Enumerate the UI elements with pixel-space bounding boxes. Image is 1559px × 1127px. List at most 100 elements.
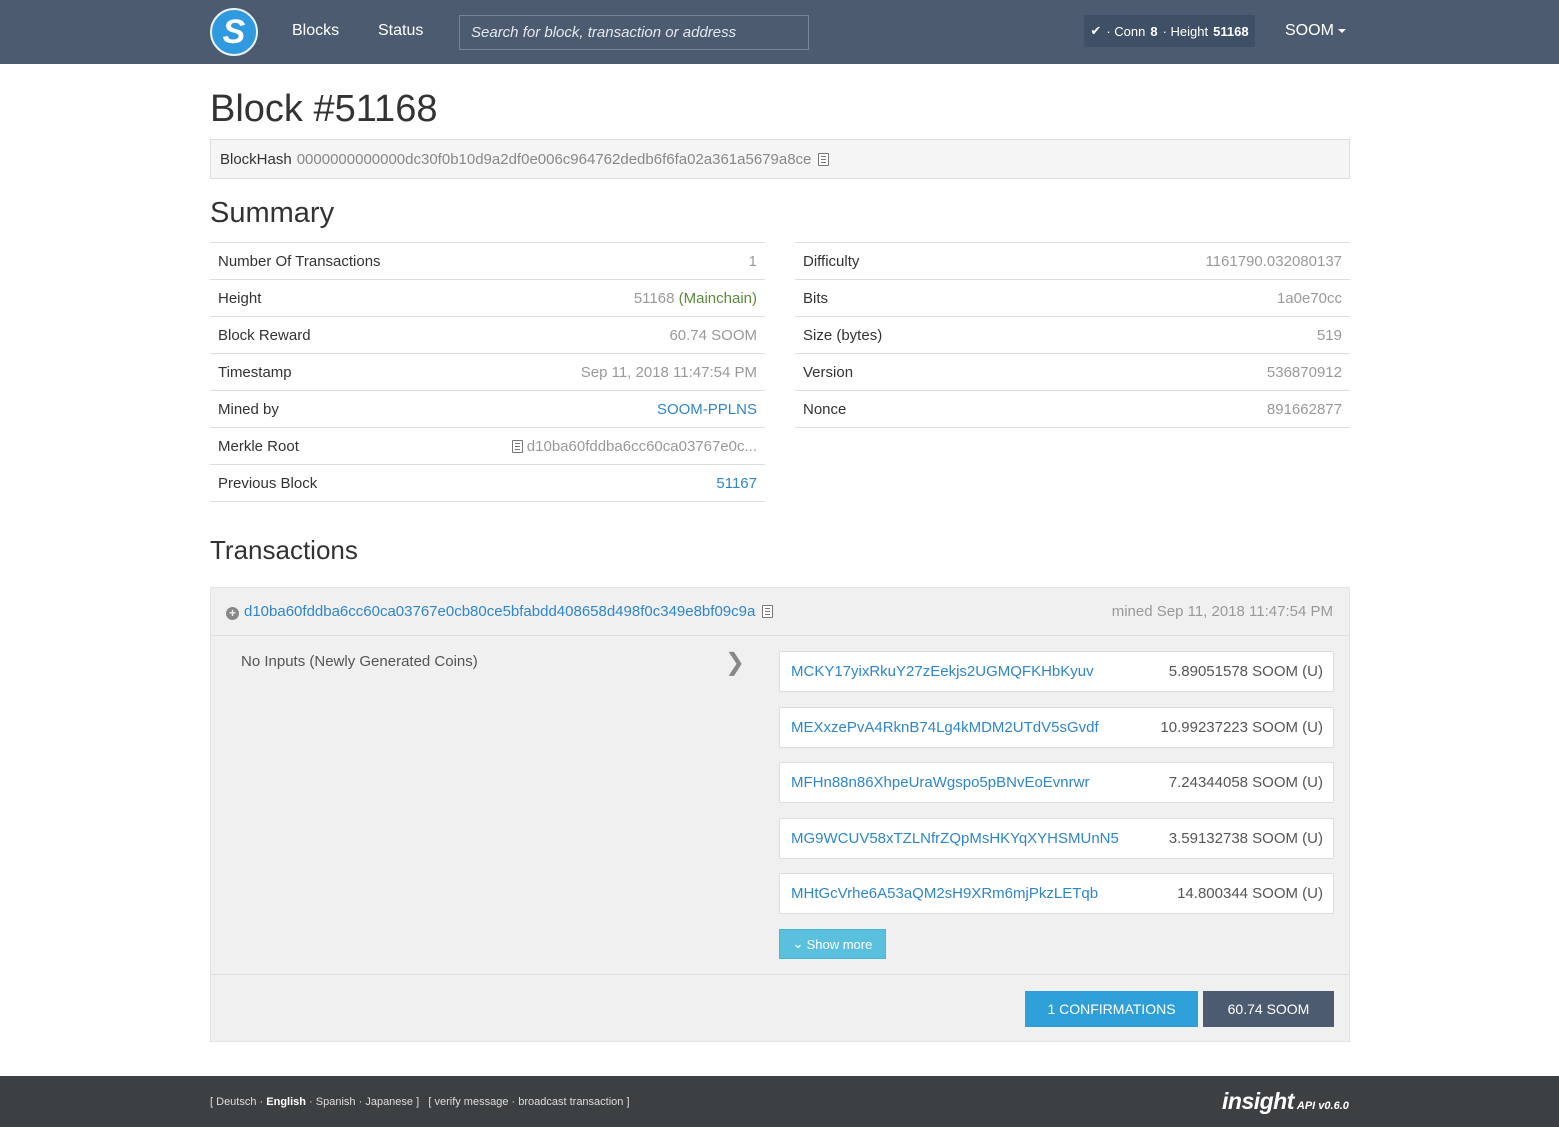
summary-row: Merkle Root d10ba60fddba6cc60ca03767e0c.…: [210, 428, 765, 465]
summary-value: 1161790.032080137: [1205, 252, 1342, 270]
previous-block-link[interactable]: 51167: [716, 475, 757, 492]
output-row: MEXxzePvA4RknB74Lg4kMDM2UTdV5sGvdf 10.99…: [779, 706, 1334, 748]
page-title: Block #51168: [210, 88, 438, 130]
summary-key: Version: [803, 363, 854, 381]
output-amount: 7.24344058 SOOM (U): [1168, 774, 1323, 791]
summary-value: 60.74 SOOM: [669, 326, 757, 344]
summary-value: 519: [1316, 326, 1342, 344]
verify-message-link[interactable]: verify message: [434, 1096, 508, 1108]
api-version: API v0.6.0: [1296, 1100, 1349, 1112]
summary-row: Size (bytes) 519: [795, 317, 1350, 354]
output-address-link[interactable]: MCKY17yixRkuY27zEekjs2UGMQFKHbKyuv: [791, 663, 1094, 680]
output-address-link[interactable]: MFHn88n86XhpeUraWgspo5pBNvEoEvnrwr: [791, 774, 1089, 791]
chevron-right-icon: ❯: [725, 649, 746, 676]
block-hash-value: 0000000000000dc30f0b10d9a2df0e006c964762…: [296, 150, 812, 168]
copy-icon[interactable]: [511, 439, 523, 453]
summary-table-right: Difficulty 1161790.032080137 Bits 1a0e70…: [795, 242, 1350, 428]
bracket: [: [210, 1096, 214, 1108]
transaction-footer: 1 CONFIRMATIONS 60.74 SOOM: [211, 974, 1349, 1041]
summary-key: Number Of Transactions: [218, 252, 381, 270]
nav-status-link[interactable]: Status: [378, 22, 423, 40]
expand-plus-icon[interactable]: +: [226, 607, 239, 620]
summary-key: Height: [218, 289, 262, 307]
summary-value: 51168 (Mainchain): [634, 290, 757, 307]
output-row: MHtGcVrhe6A53aQM2sH9XRm6mjPkzLETqb 14.80…: [779, 873, 1334, 914]
output-amount: 3.59132738 SOOM (U): [1168, 829, 1323, 847]
logo-icon[interactable]: S: [210, 8, 258, 56]
summary-key: Timestamp: [218, 363, 292, 381]
summary-row: Block Reward 60.74 SOOM: [210, 317, 765, 354]
output-address-link[interactable]: MHtGcVrhe6A53aQM2sH9XRm6mjPkzLETqb: [791, 885, 1098, 902]
summary-value: d10ba60fddba6cc60ca03767e0c...: [511, 437, 757, 455]
summary-key: Block Reward: [218, 326, 311, 344]
height-number: 51168: [633, 289, 675, 307]
summary-row: Nonce 891662877: [795, 391, 1350, 428]
show-more-label: Show more: [806, 936, 873, 952]
show-more-button[interactable]: ⌄ Show more: [779, 929, 886, 959]
lang-spanish-link[interactable]: Spanish: [316, 1096, 356, 1108]
output-address-link[interactable]: MG9WCUV58xTZLNfrZQpMsHKYqXYHSMUnN5: [791, 830, 1119, 847]
check-icon: ✔: [1090, 23, 1102, 38]
footer-links: [ Deutsch · English · Spanish · Japanese…: [210, 1096, 630, 1108]
coin-dropdown[interactable]: SOOM: [1285, 22, 1346, 40]
bracket: ]: [626, 1096, 630, 1108]
output-row: MG9WCUV58xTZLNfrZQpMsHKYqXYHSMUnN5 3.591…: [779, 817, 1334, 859]
logo-letter: S: [222, 13, 246, 51]
summary-key: Nonce: [803, 400, 847, 418]
copy-icon[interactable]: [818, 152, 830, 166]
summary-row: Number Of Transactions 1: [210, 243, 765, 280]
output-row: MFHn88n86XhpeUraWgspo5pBNvEoEvnrwr 7.243…: [779, 762, 1334, 803]
mined-time: mined Sep 11, 2018 11:47:54 PM: [1111, 603, 1333, 620]
block-hash-box: BlockHash 0000000000000dc30f0b10d9a2df0e…: [210, 139, 1350, 179]
transaction-panel: + d10ba60fddba6cc60ca03767e0cb80ce5bfabdd…: [210, 587, 1350, 1042]
lang-japanese-link[interactable]: Japanese: [365, 1096, 413, 1108]
insight-logo: insight API v0.6.0: [1222, 1088, 1349, 1115]
output-amount: 5.89051578 SOOM (U): [1168, 663, 1323, 680]
summary-key: Size (bytes): [803, 326, 883, 344]
lang-english-link[interactable]: English: [266, 1096, 306, 1108]
output-amount: 10.99237223 SOOM (U): [1160, 718, 1323, 736]
search-input[interactable]: [459, 15, 809, 50]
mined-by-link[interactable]: SOOM-PPLNS: [657, 401, 757, 418]
summary-key: Difficulty: [803, 252, 860, 270]
broadcast-transaction-link[interactable]: broadcast transaction: [518, 1096, 623, 1108]
summary-value: 1a0e70cc: [1276, 289, 1342, 307]
block-hash-label: BlockHash: [220, 150, 292, 168]
insight-brand: insight: [1222, 1088, 1294, 1114]
transactions-title: Transactions: [210, 535, 358, 565]
footer: [ Deutsch · English · Spanish · Japanese…: [0, 1076, 1559, 1127]
summary-table-left: Number Of Transactions 1 Height 51168 (M…: [210, 242, 765, 502]
height-value: 51168: [1213, 23, 1249, 39]
nav-blocks-link[interactable]: Blocks: [292, 22, 339, 40]
copy-icon[interactable]: [762, 605, 774, 618]
summary-key: Mined by: [218, 400, 279, 418]
caret-down-icon: [1337, 28, 1346, 33]
coin-label: SOOM: [1285, 22, 1334, 39]
summary-row: Difficulty 1161790.032080137: [795, 243, 1350, 280]
summary-value: 536870912: [1266, 363, 1342, 381]
summary-key: Merkle Root: [218, 437, 299, 455]
navbar: S Blocks Status ✔ · Conn 8 · Height 5116…: [0, 0, 1559, 64]
output-amount: 14.800344 SOOM (U): [1177, 885, 1323, 902]
transaction-header: + d10ba60fddba6cc60ca03767e0cb80ce5bfabdd…: [211, 588, 1349, 636]
total-amount-button[interactable]: 60.74 SOOM: [1203, 991, 1334, 1027]
summary-row: Mined by SOOM-PPLNS: [210, 391, 765, 428]
output-row: MCKY17yixRkuY27zEekjs2UGMQFKHbKyuv 5.890…: [779, 651, 1334, 692]
summary-key: Previous Block: [218, 474, 318, 492]
summary-key: Bits: [803, 289, 829, 307]
summary-row: Version 536870912: [795, 354, 1350, 391]
transaction-id-link[interactable]: d10ba60fddba6cc60ca03767e0cb80ce5bfabdd4…: [244, 603, 755, 620]
merkle-root-value: d10ba60fddba6cc60ca03767e0c...: [526, 437, 757, 455]
bracket: [: [428, 1096, 432, 1108]
summary-value: 1: [748, 252, 757, 270]
no-inputs-label: No Inputs (Newly Generated Coins): [241, 653, 478, 670]
output-address-link[interactable]: MEXxzePvA4RknB74Lg4kMDM2UTdV5sGvdf: [791, 719, 1099, 736]
outputs-list: MCKY17yixRkuY27zEekjs2UGMQFKHbKyuv 5.890…: [779, 651, 1334, 929]
summary-value: 891662877: [1266, 400, 1342, 418]
connection-status-badge[interactable]: ✔ · Conn 8 · Height 51168: [1084, 15, 1255, 47]
conn-label: · Conn: [1106, 23, 1146, 39]
summary-row: Bits 1a0e70cc: [795, 280, 1350, 317]
summary-value: Sep 11, 2018 11:47:54 PM: [580, 363, 757, 381]
lang-deutsch-link[interactable]: Deutsch: [216, 1096, 256, 1108]
confirmations-button[interactable]: 1 CONFIRMATIONS: [1025, 991, 1198, 1027]
